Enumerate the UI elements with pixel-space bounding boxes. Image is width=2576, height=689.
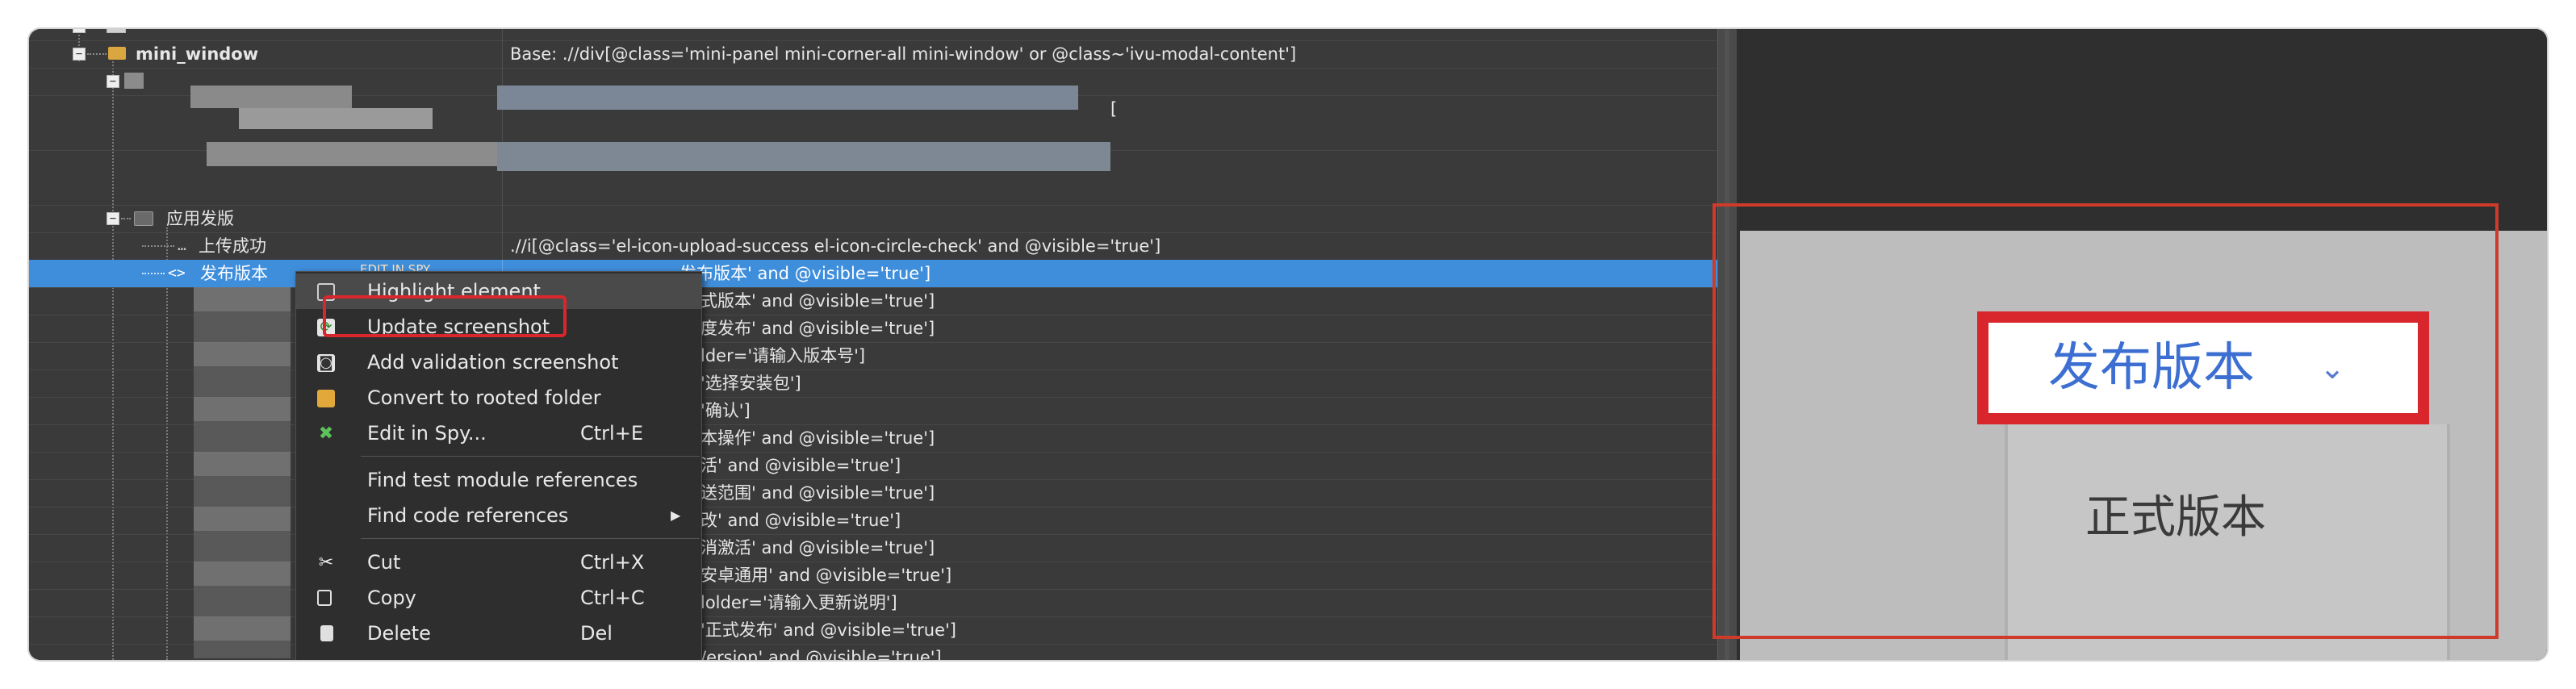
menu-item-shortcut: Del [580,622,613,645]
tree-item-path: 发布版本' and @visible='true'] [680,264,931,283]
menu-item-cut[interactable]: ✂ Cut Ctrl+X [296,545,701,580]
preview-highlight-frame [1712,203,2499,639]
submenu-arrow-icon: ▶ [671,507,681,523]
folder-icon [134,211,153,226]
tree-item-path: 消激活' and @visible='true'] [700,538,935,557]
tree-item-path: [ [1110,99,1118,119]
redacted-block [497,86,1078,110]
tree-item-path: /ersion' and @visible='true'] [700,648,942,660]
tree-item-path: 改' and @visible='true'] [700,511,901,530]
menu-item-label: Copy [367,587,416,609]
tree-item-path: 活' and @visible='true'] [700,456,901,475]
redacted-block [207,142,513,166]
tree-item-path: .//i[@class='el-icon-upload-success el-i… [510,236,1161,256]
tree-item-label: mini_window [136,44,259,64]
obscured-icon [124,73,144,89]
tree-item-path: lder='请输入版本号'] [700,346,866,365]
tree-row-publish-version-selected[interactable]: <> 发布版本 EDIT IN SPY 发布版本' and @visible='… [29,260,1717,288]
menu-item-find-code-references[interactable]: Find code references ▶ [296,498,701,533]
tree-item-label: 应用发版 [166,209,234,228]
menu-separator [361,456,700,457]
redacted-block [194,287,291,658]
delete-icon [320,625,333,641]
menu-item-label: Cut [367,551,401,574]
folder-icon [107,29,126,33]
tree-item-path: '确认'] [700,401,751,420]
tree-item-path: 安卓通用' and @visible='true'] [700,566,952,585]
app-window: − − mini_window Base: .//div[@class='min… [29,29,2547,660]
collapse-icon[interactable]: − [73,29,86,33]
menu-item-shortcut: Ctrl+C [580,587,645,609]
menu-item-label: Add validation screenshot [367,351,619,374]
tree-cell: … 上传成功 [29,232,503,260]
redacted-block [190,86,352,108]
folder-icon [108,47,126,60]
menu-item-label: Convert to rooted folder [367,386,601,409]
menu-item-label: Find code references [367,504,569,527]
tree-cell: − 应用发版 [29,205,503,232]
menu-item-edit-in-spy[interactable]: ✖ Edit in Spy... Ctrl+E [296,415,701,451]
cut-icon: ✂ [318,553,334,573]
tree-item-path: '正式发布' and @visible='true'] [700,620,956,640]
tree-item-path: '选择安装包'] [700,374,801,393]
tree-connector [121,218,131,219]
tree-item-label: 上传成功 [199,236,266,256]
tree-connector [142,245,174,247]
tree-row[interactable]: − [29,29,1717,41]
spy-icon: ✖ [318,424,334,444]
menu-item-delete[interactable]: Delete Del [296,616,701,651]
tree-cell: − mini_window [29,40,503,68]
menu-item-shortcut: Ctrl+E [580,422,643,445]
menu-highlight-frame [323,295,567,337]
tree-item-path: 本操作' and @visible='true'] [700,428,935,448]
code-icon: <> [168,265,186,282]
menu-item-label: Find test module references [367,469,638,491]
menu-item-label: Delete [367,622,431,645]
rooted-folder-icon [317,390,335,407]
tree-cell: − [29,29,503,40]
validation-screenshot-icon: ◙ [317,354,335,372]
tree-item-path: 送范围' and @visible='true'] [700,483,935,503]
collapse-icon[interactable]: − [107,212,119,225]
redacted-block [497,142,1110,171]
item-type-icon: … [178,237,186,254]
collapse-icon[interactable]: − [73,48,86,61]
menu-item-copy[interactable]: Copy Ctrl+C [296,580,701,616]
tree-item-path: 度发布' and @visible='true'] [700,319,935,338]
tree-item-label: 发布版本 [200,264,268,283]
tree-connector [87,53,107,55]
tree-item-path: 式版本' and @visible='true'] [700,291,935,311]
tree-row-app-release[interactable]: − 应用发版 [29,205,1717,233]
tree-item-path: lolder='请输入更新说明'] [700,593,897,612]
menu-separator [361,538,700,539]
menu-item-label: Edit in Spy... [367,422,487,445]
tree-row-upload-success[interactable]: … 上传成功 .//i[@class='el-icon-upload-succe… [29,232,1717,261]
menu-item-convert-rooted-folder[interactable]: Convert to rooted folder [296,380,701,415]
collapse-icon[interactable]: − [107,75,119,88]
menu-item-add-validation-screenshot[interactable]: ◙ Add validation screenshot [296,344,701,380]
redacted-block [239,108,433,129]
repository-tree: − − mini_window Base: .//div[@class='min… [29,29,1717,660]
menu-item-shortcut: Ctrl+X [580,551,645,574]
tree-row-mini-window[interactable]: − mini_window Base: .//div[@class='mini-… [29,40,1717,69]
copy-icon [317,590,332,606]
menu-item-find-test-module-references[interactable]: Find test module references [296,462,701,498]
tree-connector [142,273,165,274]
tree-item-path: Base: .//div[@class='mini-panel mini-cor… [510,44,1297,64]
